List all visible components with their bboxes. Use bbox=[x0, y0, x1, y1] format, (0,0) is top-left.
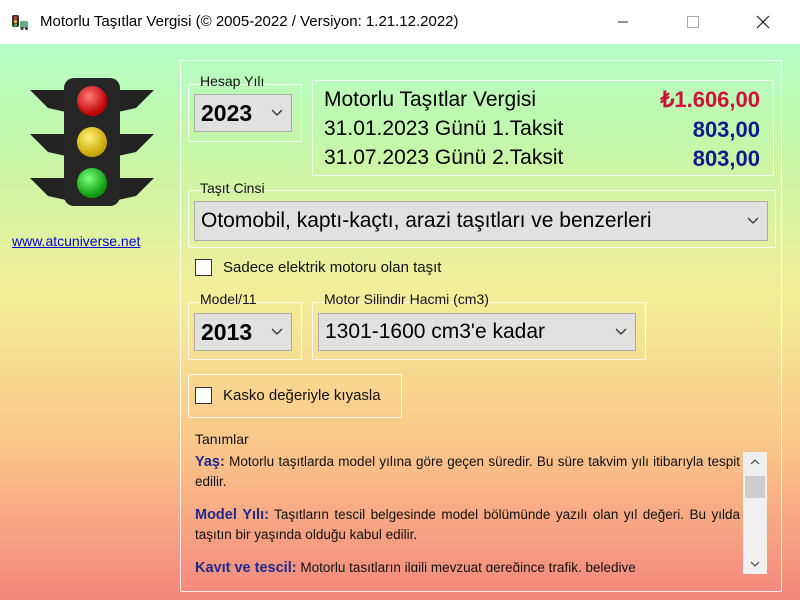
engine-capacity-select[interactable]: 1301-1600 cm3'e kadar bbox=[318, 313, 636, 351]
electric-only-checkbox[interactable] bbox=[195, 259, 212, 276]
installment-1-label: 31.01.2023 Günü 1.Taksit bbox=[324, 117, 564, 140]
tax-total: ₺1.606,00 bbox=[660, 87, 760, 112]
chevron-down-icon bbox=[615, 328, 627, 335]
close-icon bbox=[756, 15, 770, 29]
scroll-up-button[interactable] bbox=[743, 452, 767, 472]
chevron-down-icon bbox=[271, 109, 283, 116]
installment-2-label: 31.07.2023 Günü 2.Taksit bbox=[324, 146, 564, 169]
close-button[interactable] bbox=[740, 0, 786, 44]
definition-item: Kayıt ve tescil: Motorlu taşıtların ilgi… bbox=[195, 558, 740, 572]
definition-term: Model Yılı: bbox=[195, 507, 269, 523]
minimize-button[interactable] bbox=[600, 0, 646, 44]
scroll-thumb[interactable] bbox=[745, 476, 765, 498]
chevron-down-icon bbox=[747, 217, 759, 224]
installment-1-amount: 803,00 bbox=[692, 117, 760, 142]
engine-capacity-label: Motor Silindir Hacmi (cm3) bbox=[324, 291, 489, 307]
maximize-button[interactable] bbox=[670, 0, 716, 44]
kasko-compare-label: Kasko değeriyle kıyasla bbox=[223, 387, 381, 404]
definition-item: Model Yılı: Taşıtların tescil belgesinde… bbox=[195, 505, 740, 544]
kasko-compare-checkbox[interactable] bbox=[195, 387, 212, 404]
definitions-text: Yaş: Motorlu taşıtlarda model yılına gör… bbox=[195, 452, 740, 572]
definitions-scrollbar[interactable] bbox=[743, 452, 767, 574]
vehicle-type-select[interactable]: Otomobil, kaptı-kaçtı, arazi taşıtları v… bbox=[194, 201, 768, 241]
vehicle-type-value: Otomobil, kaptı-kaçtı, arazi taşıtları v… bbox=[201, 209, 652, 232]
definition-item: Yaş: Motorlu taşıtlarda model yılına gör… bbox=[195, 452, 740, 491]
minimize-icon bbox=[618, 21, 628, 23]
model-year-value: 2013 bbox=[201, 318, 253, 345]
traffic-light-icon bbox=[30, 78, 154, 206]
chevron-down-icon bbox=[271, 328, 283, 335]
electric-only-label: Sadece elektrik motoru olan taşıt bbox=[223, 259, 442, 276]
model-year-select[interactable]: 2013 bbox=[194, 313, 292, 351]
hesap-yili-select[interactable]: 2023 bbox=[194, 94, 292, 132]
vehicle-type-label: Taşıt Cinsi bbox=[200, 180, 265, 196]
website-link[interactable]: www.atcuniverse.net bbox=[12, 233, 140, 249]
title-bar: Motorlu Taşıtlar Vergisi (© 2005-2022 / … bbox=[0, 0, 800, 44]
app-icon bbox=[12, 15, 28, 30]
hesap-yili-label: Hesap Yılı bbox=[200, 73, 265, 89]
scroll-down-button[interactable] bbox=[743, 554, 767, 574]
chevron-down-icon bbox=[750, 561, 760, 567]
model-year-label: Model/11 bbox=[200, 291, 257, 307]
window-title: Motorlu Taşıtlar Vergisi (© 2005-2022 / … bbox=[40, 13, 459, 30]
chevron-up-icon bbox=[750, 459, 760, 465]
definitions-title: Tanımlar bbox=[195, 431, 249, 447]
client-area: www.atcuniverse.net Hesap Yılı 2023 Moto… bbox=[0, 44, 800, 600]
definition-text: Motorlu taşıtlarda model yılına göre geç… bbox=[195, 454, 740, 489]
installment-2-amount: 803,00 bbox=[692, 146, 760, 171]
definition-term: Yaş: bbox=[195, 454, 225, 470]
definition-term: Kayıt ve tescil: bbox=[195, 560, 297, 572]
definition-text: Motorlu taşıtların ilgili mevzuat gereği… bbox=[300, 560, 636, 572]
hesap-yili-value: 2023 bbox=[201, 99, 253, 126]
definition-text: Taşıtların tescil belgesinde model bölüm… bbox=[195, 507, 740, 542]
engine-capacity-value: 1301-1600 cm3'e kadar bbox=[325, 320, 545, 343]
tax-title: Motorlu Taşıtlar Vergisi bbox=[324, 88, 537, 111]
app-window: Motorlu Taşıtlar Vergisi (© 2005-2022 / … bbox=[0, 0, 800, 600]
maximize-icon bbox=[687, 16, 699, 28]
